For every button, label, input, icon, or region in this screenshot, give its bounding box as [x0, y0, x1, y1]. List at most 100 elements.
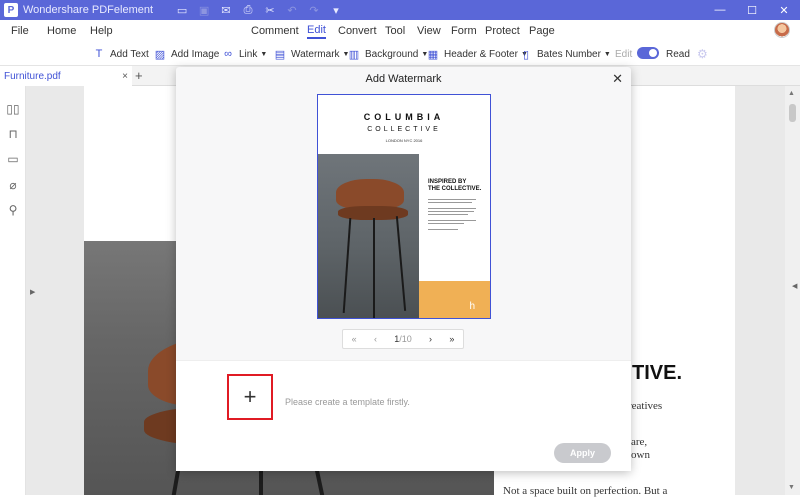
- header-footer-label: Header & Footer: [444, 48, 518, 60]
- thumbnails-icon[interactable]: ▯▯: [6, 102, 20, 116]
- background-button[interactable]: ▥ Background ▼: [348, 46, 429, 62]
- cut-icon[interactable]: ✂: [263, 3, 277, 17]
- maximize-button[interactable]: ☐: [736, 0, 768, 20]
- template-panel: + Please create a template firstly. Appl…: [176, 360, 631, 471]
- preview-heading-line: THE COLLECTIVE.: [428, 186, 482, 192]
- plus-icon: +: [243, 384, 257, 409]
- menu-view[interactable]: View: [417, 25, 441, 37]
- preview-chair-leg: [342, 218, 352, 313]
- menu-convert[interactable]: Convert: [338, 25, 377, 37]
- scrollbar-thumb[interactable]: [789, 104, 796, 122]
- bates-number-icon: ▯: [522, 48, 530, 61]
- user-avatar[interactable]: [774, 22, 790, 38]
- page-indicator[interactable]: 1/10: [394, 334, 412, 344]
- template-hint: Please create a template firstly.: [285, 397, 410, 407]
- watermark-label: Watermark: [291, 48, 340, 60]
- vertical-scrollbar[interactable]: ▲ ▼: [785, 86, 800, 495]
- scroll-down-icon[interactable]: ▼: [788, 484, 795, 491]
- add-image-button[interactable]: ▨ Add Image: [154, 46, 220, 62]
- app-logo-icon: P: [4, 3, 18, 17]
- watermark-button[interactable]: ▤ Watermark ▼: [274, 46, 350, 62]
- add-template-button[interactable]: +: [227, 374, 273, 420]
- menu-tool[interactable]: Tool: [385, 25, 405, 37]
- menu-comment[interactable]: Comment: [251, 25, 299, 37]
- preview-text-line: [428, 229, 458, 230]
- close-dialog-icon[interactable]: ✕: [612, 71, 623, 87]
- menu-page[interactable]: Page: [529, 25, 555, 37]
- menu-help[interactable]: Help: [90, 25, 113, 37]
- expand-sidebar-icon[interactable]: ▶: [30, 288, 35, 296]
- read-mode-label: Read: [666, 46, 690, 62]
- app-title: Wondershare PDFelement: [23, 4, 154, 16]
- tab-furniture[interactable]: Furniture.pdf ×: [0, 66, 132, 86]
- preview-subtitle: COLLECTIVE: [367, 126, 441, 133]
- preview-corner-letter: h: [469, 301, 475, 312]
- preview-brand: COLUMBIA: [363, 112, 445, 122]
- document-text-line: Not a space built on perfection. But a: [503, 485, 668, 497]
- background-icon: ▥: [348, 48, 360, 61]
- quick-access-toolbar: ▭ ▣ ✉ ⎙ ✂ ↶ ↷ ▾: [175, 3, 343, 17]
- read-label: Read: [666, 48, 690, 60]
- menu-file[interactable]: File: [11, 25, 29, 37]
- dropdown-icon[interactable]: ▾: [329, 3, 343, 17]
- add-tab-icon[interactable]: +: [135, 68, 143, 83]
- redo-icon[interactable]: ↷: [307, 3, 321, 17]
- comment-icon[interactable]: ▭: [6, 152, 20, 166]
- email-icon[interactable]: ✉: [219, 3, 233, 17]
- chevron-down-icon: ▼: [260, 50, 268, 58]
- watermark-icon: ▤: [274, 48, 286, 61]
- prev-page-button[interactable]: ‹: [374, 334, 377, 344]
- edit-toolbar: T Add Text ▨ Add Image ∞ Link ▼ ▤ Waterm…: [0, 42, 800, 66]
- preview-text-line: [428, 220, 476, 221]
- bookmark-icon[interactable]: ⊓: [6, 127, 20, 141]
- save-icon[interactable]: ▣: [197, 3, 211, 17]
- bates-number-button[interactable]: ▯ Bates Number ▼: [520, 46, 611, 62]
- apply-button[interactable]: Apply: [554, 443, 611, 463]
- last-page-button[interactable]: »: [449, 334, 454, 344]
- edit-label: Edit: [615, 48, 633, 60]
- folder-icon[interactable]: ▭: [175, 3, 189, 17]
- document-text-line: own: [631, 449, 650, 461]
- preview-text-line: [428, 208, 476, 209]
- menu-bar: File Home Help Comment Edit Convert Tool…: [0, 20, 800, 42]
- scroll-up-icon[interactable]: ▲: [788, 90, 795, 97]
- search-icon[interactable]: ⚲: [6, 203, 20, 217]
- menu-home[interactable]: Home: [47, 25, 76, 37]
- preview-orange-block: h: [419, 281, 490, 318]
- background-label: Background: [365, 48, 419, 60]
- menu-protect[interactable]: Protect: [485, 25, 520, 37]
- add-text-button[interactable]: T Add Text: [93, 46, 149, 62]
- undo-icon[interactable]: ↶: [285, 3, 299, 17]
- add-watermark-dialog: Add Watermark ✕ COLUMBIA COLLECTIVE LOND…: [176, 67, 631, 471]
- document-text-line: are,: [631, 436, 648, 448]
- close-tab-icon[interactable]: ×: [122, 71, 128, 82]
- page-preview: COLUMBIA COLLECTIVE LONDON NYC 2016 INSP…: [317, 94, 491, 319]
- preview-text-line: [428, 199, 476, 200]
- preview-photo: [318, 154, 419, 318]
- attachment-icon[interactable]: ⌀: [6, 178, 20, 192]
- header-footer-icon: ▦: [427, 48, 439, 61]
- edit-mode-label: Edit: [615, 46, 632, 62]
- expand-right-panel-icon[interactable]: ◀: [792, 282, 797, 290]
- print-icon[interactable]: ⎙: [241, 3, 255, 17]
- preview-heading-line: INSPIRED BY: [428, 179, 467, 185]
- close-window-button[interactable]: ✕: [768, 0, 800, 20]
- next-page-button[interactable]: ›: [429, 334, 432, 344]
- settings-gear-icon[interactable]: ⚙: [697, 46, 708, 62]
- link-button[interactable]: ∞ Link ▼: [222, 46, 267, 62]
- preview-heading: INSPIRED BY THE COLLECTIVE.: [428, 179, 481, 193]
- add-text-label: Add Text: [110, 48, 149, 60]
- preview-text-line: [428, 214, 468, 215]
- link-label: Link: [239, 48, 258, 60]
- preview-chair-leg: [373, 218, 375, 318]
- edit-read-toggle[interactable]: [637, 47, 659, 59]
- image-icon: ▨: [154, 48, 166, 61]
- header-footer-button[interactable]: ▦ Header & Footer ▼: [427, 46, 528, 62]
- minimize-button[interactable]: —: [704, 0, 736, 20]
- preview-text-line: [428, 223, 464, 224]
- first-page-button[interactable]: «: [352, 334, 357, 344]
- dialog-title: Add Watermark: [365, 73, 442, 85]
- menu-form[interactable]: Form: [451, 25, 477, 37]
- total-pages: /10: [399, 334, 412, 344]
- menu-edit[interactable]: Edit: [307, 24, 326, 39]
